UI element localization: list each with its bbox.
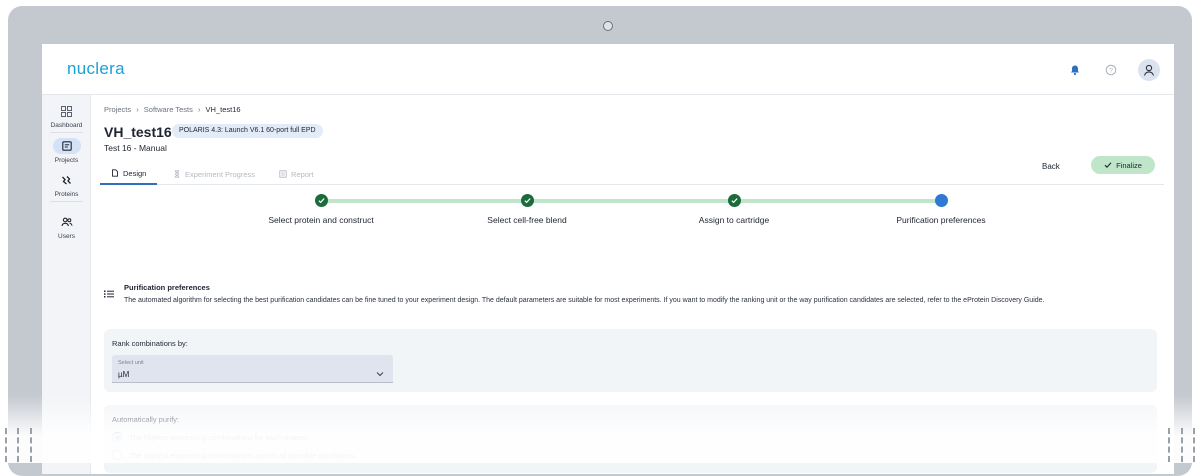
svg-text:?: ? [1109,67,1113,74]
step-label: Purification preferences [896,215,986,225]
bell-icon[interactable] [1066,61,1084,79]
crop-guide [17,428,19,462]
sidebar-item-dashboard[interactable]: Dashboard [42,103,91,129]
finalize-button[interactable]: Finalize [1091,156,1155,174]
step-complete-icon [728,194,741,207]
rank-label: Rank combinations by: [112,339,188,348]
section-description: The automated algorithm for selecting th… [124,297,1045,304]
breadcrumb-item[interactable]: Software Tests [144,105,193,114]
users-icon [53,214,81,230]
select-value: µM [118,370,130,379]
sidebar-item-label: Users [58,233,75,240]
back-button[interactable]: Back [1042,162,1060,171]
sidebar-item-label: Proteins [54,191,79,198]
crop-guide [1193,428,1195,462]
select-placeholder: Select unit [118,360,144,366]
section-title: Purification preferences [124,283,210,292]
breadcrumb-item[interactable]: Projects [104,105,131,114]
help-icon[interactable]: ? [1102,61,1120,79]
step-label: Select cell-free blend [487,215,567,225]
tab-design[interactable]: Design [100,163,158,185]
radio-selected[interactable] [112,432,122,442]
tab-bar: Design Experiment Progress Report [100,163,1164,185]
finalize-label: Finalize [1116,160,1142,170]
crop-guide [1168,428,1170,462]
tab-label: Design [123,168,147,178]
top-bar: nuclera ? [42,44,1174,95]
app-screen: nuclera ? Dashboard Projects Proteins Us… [42,44,1174,474]
workflow-badge: POLARIS 4.3: Launch V6.1 60-port full EP… [172,124,323,138]
unit-select[interactable]: Select unit µM [112,355,393,383]
step-complete-icon [521,194,534,207]
check-icon [1104,162,1112,168]
page-subtitle: Test 16 - Manual [104,143,167,153]
sidebar-divider [50,201,83,202]
laptop-frame: nuclera ? Dashboard Projects Proteins Us… [8,6,1192,476]
dashboard-icon [53,103,81,119]
radio-label: The highest expressing combinations for … [129,432,310,442]
sidebar-divider [50,132,83,133]
purify-label: Automatically purify: [112,415,180,424]
sidebar-item-proteins[interactable]: Proteins [42,172,91,198]
projects-icon [52,138,81,154]
hourglass-icon [174,170,180,178]
tab-report[interactable]: Report [268,163,325,185]
list-icon [104,285,114,303]
crop-guide [5,428,7,462]
app-logo[interactable]: nuclera [67,59,125,79]
radio-label: The highest expressing combinations acro… [129,450,357,460]
crop-guide [30,428,32,462]
purify-option-all-candidates[interactable]: The highest expressing combinations acro… [112,450,357,460]
page-title: VH_test16 [104,124,172,140]
main-content: Projects › Software Tests › VH_test16 VH… [91,95,1174,474]
stepper-track [321,199,941,203]
step-complete-icon [315,194,328,207]
camera-icon [603,21,613,31]
breadcrumb-separator: › [197,105,201,114]
progress-stepper: Select protein and construct Select cell… [91,191,1174,227]
user-avatar[interactable] [1138,59,1160,81]
rank-card: Rank combinations by: Select unit µM [104,329,1157,392]
tab-label: Experiment Progress [185,169,256,179]
step-current-indicator [935,194,948,207]
step-label: Select protein and construct [268,215,374,225]
purify-option-per-protein[interactable]: The highest expressing combinations for … [112,432,309,442]
step-label: Assign to cartridge [698,215,770,225]
crop-guide [1181,428,1183,462]
proteins-icon [53,172,81,188]
sidebar-item-users[interactable]: Users [42,214,91,240]
breadcrumb-separator: › [136,105,139,114]
report-icon [279,170,287,178]
sidebar: Dashboard Projects Proteins Users [42,95,91,474]
chevron-down-icon [376,364,384,382]
radio-unselected[interactable] [112,450,122,460]
sidebar-item-label: Dashboard [50,122,83,129]
document-icon [112,169,118,177]
breadcrumb: Projects › Software Tests › VH_test16 [104,105,244,114]
tab-label: Report [291,169,314,179]
sidebar-item-label: Projects [54,157,79,164]
tab-experiment-progress[interactable]: Experiment Progress [162,163,266,185]
sidebar-item-projects[interactable]: Projects [42,138,91,164]
breadcrumb-current: VH_test16 [205,105,241,114]
